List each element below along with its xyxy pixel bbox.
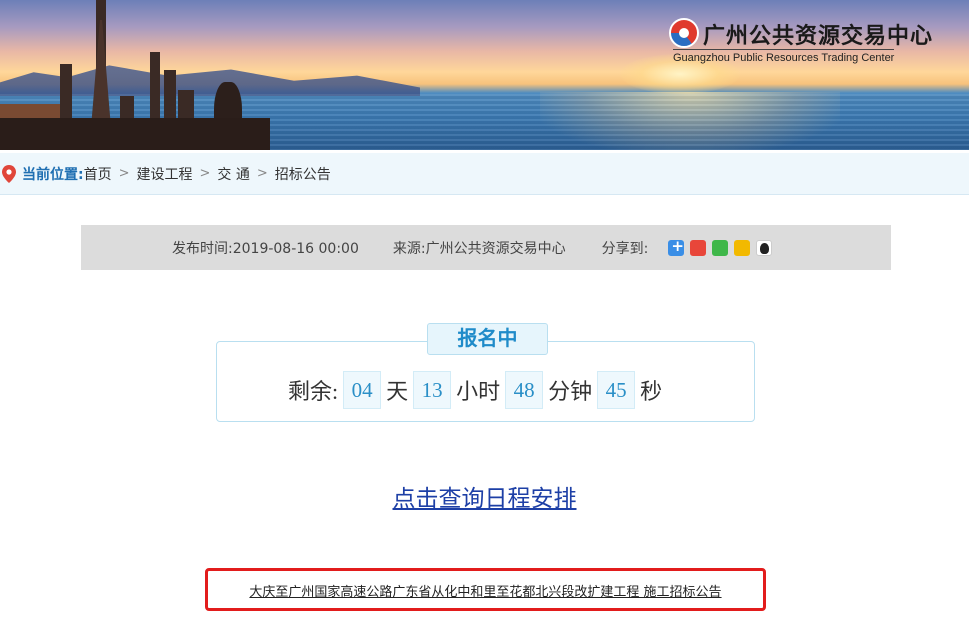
countdown-prefix: 剩余: [288,379,339,404]
qzone-icon[interactable] [734,239,751,256]
hours-unit: 小时 [456,379,501,404]
breadcrumb: 当前位置: 首页 > 建设工程 > 交 通 > 招标公告 [0,153,969,195]
city-skyline [0,0,300,150]
logo-english-name: Guangzhou Public Resources Trading Cente… [673,49,895,64]
wechat-icon[interactable] [712,239,729,256]
breadcrumb-tender-notice[interactable]: 招标公告 [275,164,331,184]
countdown-days: 04 [343,371,382,409]
publish-time: 发布时间:2019-08-16 00:00 [172,240,359,257]
breadcrumb-title: 当前位置: [22,166,84,183]
breadcrumb-construction[interactable]: 建设工程 [137,164,193,184]
breadcrumb-separator: > [256,166,268,181]
countdown-timer: 剩余: 04 天 13 小时 48 分钟 45 秒 [288,371,662,409]
breadcrumb-separator: > [199,166,211,181]
header-banner: 广州公共资源交易中心 Guangzhou Public Resources Tr… [0,0,969,150]
share-icons [668,237,773,256]
site-logo[interactable]: 广州公共资源交易中心 Guangzhou Public Resources Tr… [669,16,932,64]
article-info-bar: 发布时间:2019-08-16 00:00 来源:广州公共资源交易中心 分享到: [81,225,891,270]
article-source: 来源:广州公共资源交易中心 [392,240,566,257]
countdown-seconds: 45 [597,371,636,409]
location-pin-icon [2,164,16,183]
plus-share-icon[interactable] [668,237,685,256]
breadcrumb-home[interactable]: 首页 [84,164,112,184]
countdown-hours: 13 [413,371,452,409]
share-label: 分享到: [601,240,649,257]
breadcrumb-transport[interactable]: 交 通 [217,164,249,184]
minutes-unit: 分钟 [548,379,593,404]
breadcrumb-separator: > [118,166,130,181]
registration-status-badge: 报名中 [427,323,548,355]
days-unit: 天 [386,379,409,404]
tender-notice-title-link[interactable]: 大庆至广州国家高速公路广东省从化中和里至花都北兴段改扩建工程 施工招标公告 [205,581,766,600]
logo-chinese-name: 广州公共资源交易中心 [703,23,934,48]
countdown-minutes: 48 [505,371,544,409]
schedule-query-link[interactable]: 点击查询日程安排 [0,479,969,513]
seconds-unit: 秒 [640,379,663,404]
gpr-logo-icon [669,18,699,48]
weibo-icon[interactable] [690,239,707,256]
qq-icon[interactable] [756,239,773,256]
